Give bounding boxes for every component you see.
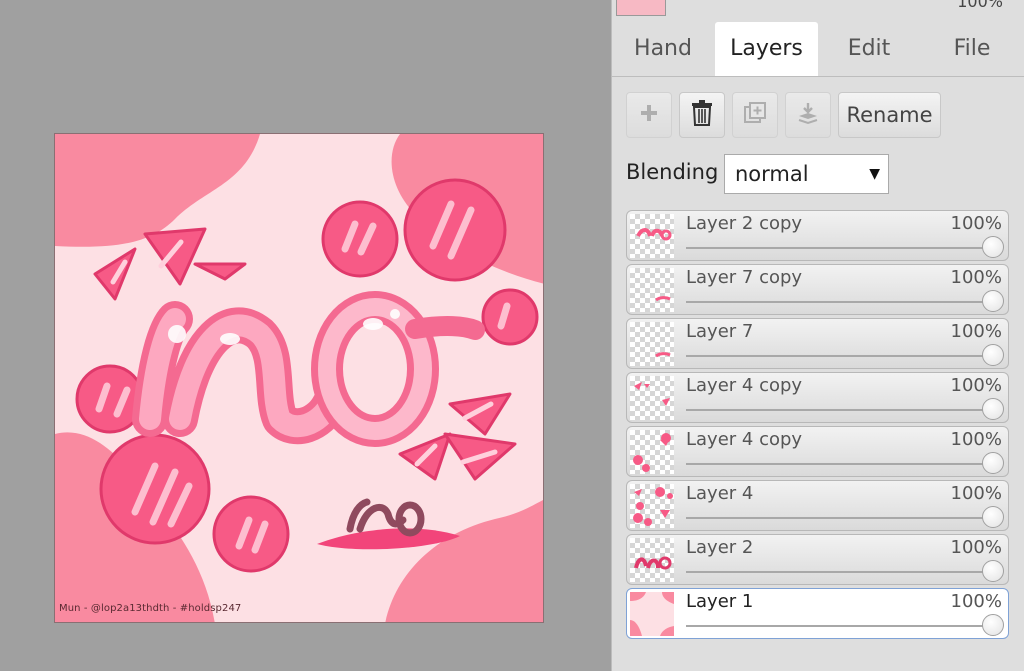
tab-hand[interactable]: Hand	[618, 22, 708, 76]
blending-mode-select[interactable]: normal ▼	[724, 154, 889, 194]
layer-opacity: 100%	[950, 537, 1002, 558]
add-layer-button[interactable]	[626, 92, 672, 138]
layer-opacity-value: 100%	[957, 0, 1003, 11]
layer-opacity-slider[interactable]	[686, 344, 1004, 366]
blending-mode-value: normal	[735, 162, 809, 186]
layer-thumbnail	[630, 268, 674, 312]
layer-opacity: 100%	[950, 375, 1002, 396]
layer-name: Layer 1	[686, 591, 754, 612]
layer-name: Layer 2 copy	[686, 213, 803, 234]
layer-opacity-slider[interactable]	[686, 398, 1004, 420]
previous-layer-strip: 100%	[612, 0, 1024, 20]
layer-opacity-slider[interactable]	[686, 236, 1004, 258]
merge-down-button[interactable]	[785, 92, 831, 138]
layer-name: Layer 7 copy	[686, 267, 803, 288]
layer-row-layer-2-copy[interactable]: Layer 2 copy 100%	[626, 210, 1009, 261]
layer-thumbnail	[630, 538, 674, 582]
layer-thumbnail	[630, 322, 674, 366]
slider-handle[interactable]	[982, 506, 1004, 528]
layers-panel: 100% Hand Layers Edit File Rename Blendi…	[611, 0, 1024, 671]
layer-opacity: 100%	[950, 483, 1002, 504]
layer-thumbnail	[630, 592, 674, 636]
slider-handle[interactable]	[982, 398, 1004, 420]
plus-icon	[639, 103, 659, 127]
layer-thumbnail	[630, 430, 674, 474]
layer-opacity: 100%	[950, 321, 1002, 342]
panel-tabs: Hand Layers Edit File	[612, 20, 1024, 77]
layer-opacity-slider[interactable]	[686, 290, 1004, 312]
layer-opacity-slider[interactable]	[686, 614, 1004, 636]
slider-handle[interactable]	[982, 290, 1004, 312]
tab-edit[interactable]: Edit	[824, 22, 914, 76]
layer-row-layer-2[interactable]: Layer 2 100%	[626, 534, 1009, 585]
dropdown-arrow-icon: ▼	[869, 166, 880, 182]
layer-thumbnail[interactable]	[616, 0, 666, 16]
rename-layer-button[interactable]: Rename	[838, 92, 941, 138]
duplicate-icon	[743, 101, 767, 129]
slider-handle[interactable]	[982, 236, 1004, 258]
layer-row-layer-1[interactable]: Layer 1 100%	[626, 588, 1009, 639]
duplicate-layer-button[interactable]	[732, 92, 778, 138]
slider-handle[interactable]	[982, 344, 1004, 366]
artist-credit: Mun - @lop2a13thdth - #holdsp247	[59, 603, 242, 614]
tab-file[interactable]: File	[927, 22, 1017, 76]
artwork	[55, 134, 543, 622]
trash-icon	[691, 100, 713, 130]
layer-opacity: 100%	[950, 267, 1002, 288]
layer-row-layer-4-copy-2[interactable]: Layer 4 copy 100%	[626, 426, 1009, 477]
layer-thumbnail	[630, 376, 674, 420]
layer-name: Layer 4	[686, 483, 754, 504]
layer-name: Layer 2	[686, 537, 754, 558]
layer-opacity: 100%	[950, 213, 1002, 234]
merge-down-icon	[796, 101, 820, 129]
slider-handle[interactable]	[982, 452, 1004, 474]
layer-opacity-slider[interactable]	[686, 506, 1004, 528]
tab-layers[interactable]: Layers	[715, 22, 818, 76]
slider-handle[interactable]	[982, 614, 1004, 636]
slider-handle[interactable]	[982, 560, 1004, 582]
blending-label: Blending	[626, 160, 719, 184]
layer-name: Layer 4 copy	[686, 429, 803, 450]
canvas-workspace[interactable]: Mun - @lop2a13thdth - #holdsp247	[0, 0, 611, 671]
layer-opacity-slider[interactable]	[686, 452, 1004, 474]
layer-opacity: 100%	[950, 429, 1002, 450]
layer-thumbnail	[630, 484, 674, 528]
drawing-canvas[interactable]: Mun - @lop2a13thdth - #holdsp247	[54, 133, 544, 623]
layer-row-layer-4[interactable]: Layer 4 100%	[626, 480, 1009, 531]
layer-name: Layer 4 copy	[686, 375, 803, 396]
layer-opacity: 100%	[950, 591, 1002, 612]
layer-row-layer-7[interactable]: Layer 7 100%	[626, 318, 1009, 369]
layer-thumbnail	[630, 214, 674, 258]
delete-layer-button[interactable]	[679, 92, 725, 138]
layer-opacity-slider[interactable]	[686, 560, 1004, 582]
layer-row-layer-7-copy[interactable]: Layer 7 copy 100%	[626, 264, 1009, 315]
layer-row-layer-4-copy[interactable]: Layer 4 copy 100%	[626, 372, 1009, 423]
layer-name: Layer 7	[686, 321, 754, 342]
